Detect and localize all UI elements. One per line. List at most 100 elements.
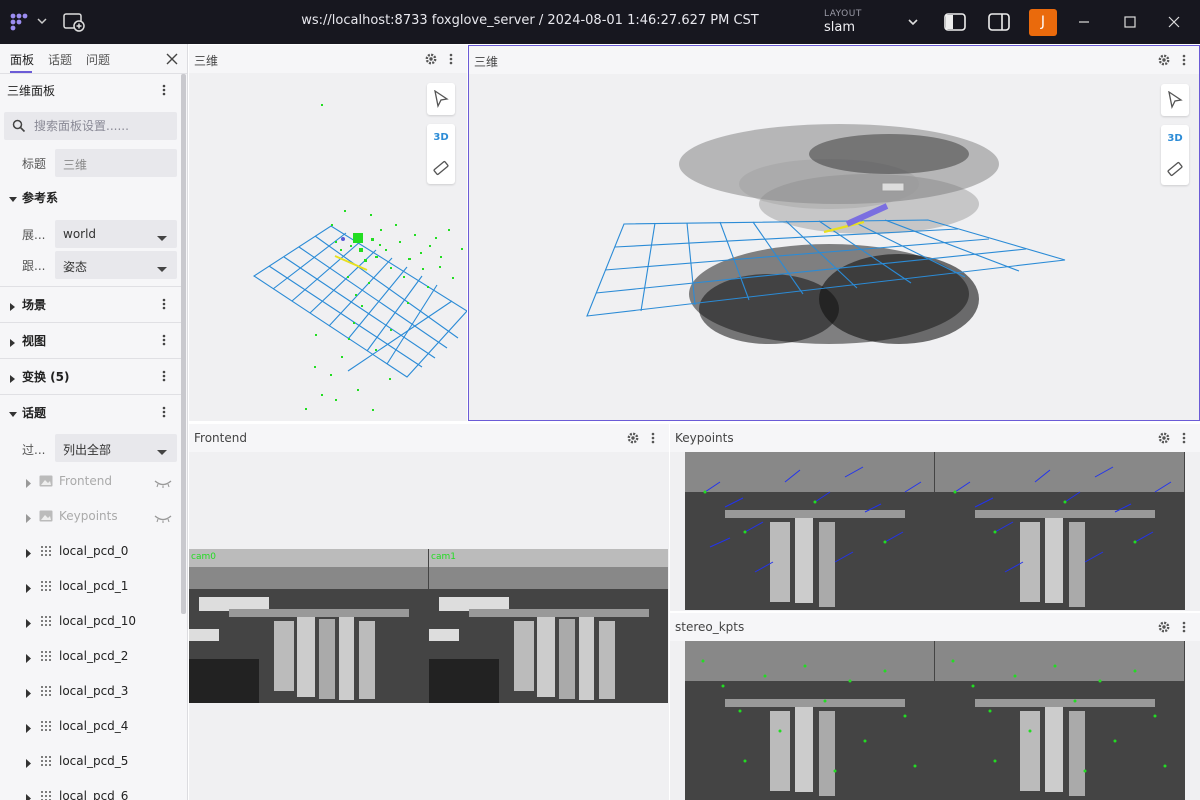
kebab-menu-icon[interactable] [1181,620,1187,634]
section-kebab-icon[interactable] [161,369,167,383]
layout-caption: LAYOUT [824,9,862,19]
eye-closed-icon[interactable] [154,477,172,488]
user-avatar[interactable]: J [1029,9,1057,36]
close-icon[interactable] [165,52,179,66]
panel-menu-kebab-icon[interactable] [161,83,167,97]
follow-mode-select[interactable]: 姿态 [55,251,177,279]
eye-closed-icon[interactable] [154,512,172,523]
3d-mode-toggle[interactable]: 3D [1161,133,1189,144]
section-transforms[interactable]: 变换 (5) [0,359,182,393]
panel-header: 三维 [469,46,1199,74]
caret-right-icon[interactable] [25,512,32,523]
tab-topics[interactable]: 话题 [48,51,72,68]
sidebar-scrollbar[interactable] [181,74,186,614]
three-d-panel-left[interactable]: 三维 3D [189,45,467,421]
topic-row[interactable]: local_pcd_2 [0,640,182,674]
select-tool[interactable] [427,83,455,115]
caret-right-icon[interactable] [25,722,32,733]
caret-right-icon[interactable] [25,652,32,663]
section-view[interactable]: 视图 [0,323,182,357]
topic-name: local_pcd_10 [59,614,137,628]
topic-row-frontend[interactable]: Frontend [0,465,182,499]
gear-icon[interactable] [424,52,438,66]
settings-search [4,112,177,140]
gear-icon[interactable] [1157,620,1171,634]
keypoints-image-panel[interactable]: Keypoints [670,424,1200,611]
chevron-down-icon [157,445,167,455]
3d-mode-toggle[interactable]: 3D [427,132,455,143]
section-topics[interactable]: 话题 [0,395,182,429]
topic-row[interactable]: local_pcd_10 [0,605,182,639]
maximize-icon[interactable] [1120,12,1140,32]
view-tools[interactable]: 3D [427,124,455,184]
topic-row[interactable]: local_pcd_1 [0,570,182,604]
display-frame-label: 展... [22,228,46,242]
point-cloud-icon [39,580,53,592]
caret-right-icon[interactable] [25,757,32,768]
title-label: 标题 [22,157,47,171]
section-title: 话题 [22,406,47,420]
chevron-down-icon [157,262,167,272]
topic-row[interactable]: local_pcd_5 [0,745,182,779]
ruler-icon[interactable] [1167,161,1183,177]
close-window-icon[interactable] [1164,12,1184,32]
layout-chevron-down-icon[interactable] [906,14,920,30]
gear-icon[interactable] [1157,431,1171,445]
view-tools[interactable]: 3D [1161,125,1189,185]
search-input[interactable] [34,116,172,136]
topic-row[interactable]: local_pcd_6 [0,780,182,800]
three-d-panel-right[interactable]: 三维 3D [468,45,1200,421]
caret-right-icon[interactable] [25,582,32,593]
tab-problems[interactable]: 问题 [86,51,110,68]
kebab-menu-icon[interactable] [448,52,454,66]
caret-right-icon[interactable] [25,617,32,628]
gear-icon[interactable] [1157,53,1171,67]
point-cloud-icon [39,545,53,557]
scene-left-canvas[interactable] [189,73,467,421]
topic-row[interactable]: local_pcd_0 [0,535,182,569]
left-sidebar-toggle-icon[interactable] [943,11,967,33]
topic-filter-select[interactable]: 列出全部 [55,434,177,462]
topic-row-keypoints[interactable]: Keypoints [0,500,182,534]
caret-right-icon[interactable] [25,547,32,558]
minimize-icon[interactable] [1074,12,1094,32]
keypoints-image-content [685,452,1185,610]
kebab-menu-icon[interactable] [1181,53,1187,67]
section-title: 变换 (5) [22,370,70,384]
caret-right-icon[interactable] [25,687,32,698]
section-scene[interactable]: 场景 [0,287,182,321]
section-kebab-icon[interactable] [161,405,167,419]
kebab-menu-icon[interactable] [1181,431,1187,445]
ruler-icon[interactable] [433,160,449,176]
section-frame[interactable]: 参考系 [0,180,182,214]
caret-right-icon [9,336,17,347]
panel-title: Frontend [194,431,247,445]
point-cloud-icon [39,790,53,800]
topic-name: local_pcd_4 [59,719,129,733]
topic-row[interactable]: local_pcd_3 [0,675,182,709]
caret-right-icon[interactable] [25,792,32,800]
layout-name[interactable]: slam [824,20,855,35]
display-frame-select[interactable]: world [55,220,177,248]
topic-name: local_pcd_2 [59,649,129,663]
add-panel-icon[interactable] [62,11,86,33]
app-menu-chevron-down-icon[interactable] [36,13,48,29]
point-cloud-icon [39,615,53,627]
topic-name: local_pcd_3 [59,684,129,698]
caret-right-icon[interactable] [25,477,32,488]
gear-icon[interactable] [626,431,640,445]
stereo-kpts-image-panel[interactable]: stereo_kpts [670,613,1200,800]
tab-panel[interactable]: 面板 [10,51,34,68]
topic-row[interactable]: local_pcd_4 [0,710,182,744]
title-field[interactable]: 三维 [55,149,177,177]
section-title: 视图 [22,334,47,348]
kebab-menu-icon[interactable] [650,431,656,445]
section-kebab-icon[interactable] [161,333,167,347]
frontend-image-panel[interactable]: Frontend cam0 cam1 [189,424,669,800]
panel-title: stereo_kpts [675,620,745,634]
scene-right-canvas[interactable] [469,74,1199,420]
right-sidebar-toggle-icon[interactable] [987,11,1011,33]
section-kebab-icon[interactable] [161,297,167,311]
select-tool[interactable] [1161,84,1189,116]
foxglove-logo-icon[interactable] [6,10,32,34]
